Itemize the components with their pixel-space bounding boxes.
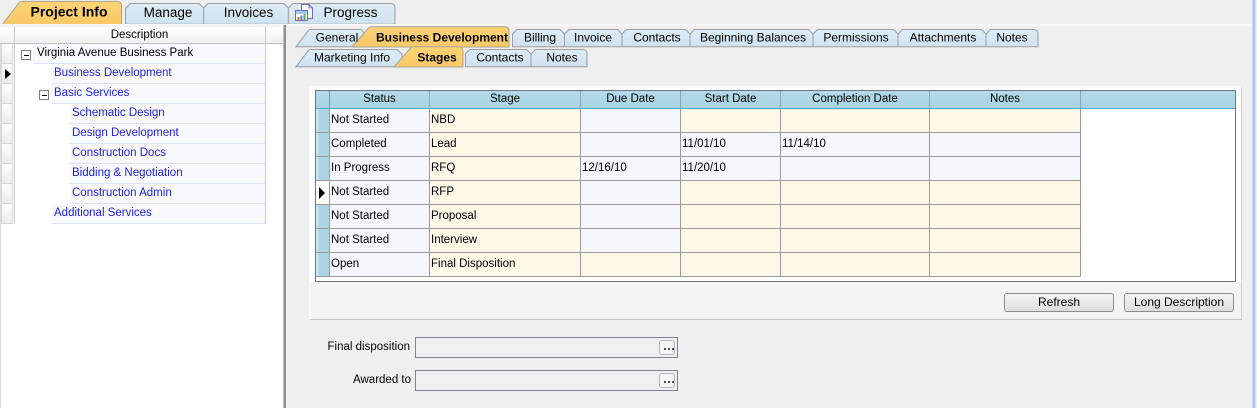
svg-text:Beginning Balances: Beginning Balances xyxy=(700,31,806,45)
svg-text:General: General xyxy=(316,31,359,45)
svg-text:Contacts: Contacts xyxy=(633,31,680,45)
svg-text:Notes: Notes xyxy=(996,31,1027,45)
svg-text:Billing: Billing xyxy=(524,31,556,45)
svg-text:Stages: Stages xyxy=(417,51,457,65)
svg-text:Business Development: Business Development xyxy=(376,31,508,45)
svg-text:Manage: Manage xyxy=(144,5,193,20)
svg-text:Attachments: Attachments xyxy=(910,31,977,45)
svg-text:Marketing Info: Marketing Info xyxy=(314,51,390,65)
svg-text:Progress: Progress xyxy=(323,5,377,20)
svg-text:Permissions: Permissions xyxy=(823,31,888,45)
svg-text:Contacts: Contacts xyxy=(476,51,523,65)
svg-text:Invoices: Invoices xyxy=(224,5,274,20)
svg-text:Notes: Notes xyxy=(546,51,577,65)
svg-text:Invoice: Invoice xyxy=(574,31,612,45)
svg-text:Project Info: Project Info xyxy=(30,4,107,20)
